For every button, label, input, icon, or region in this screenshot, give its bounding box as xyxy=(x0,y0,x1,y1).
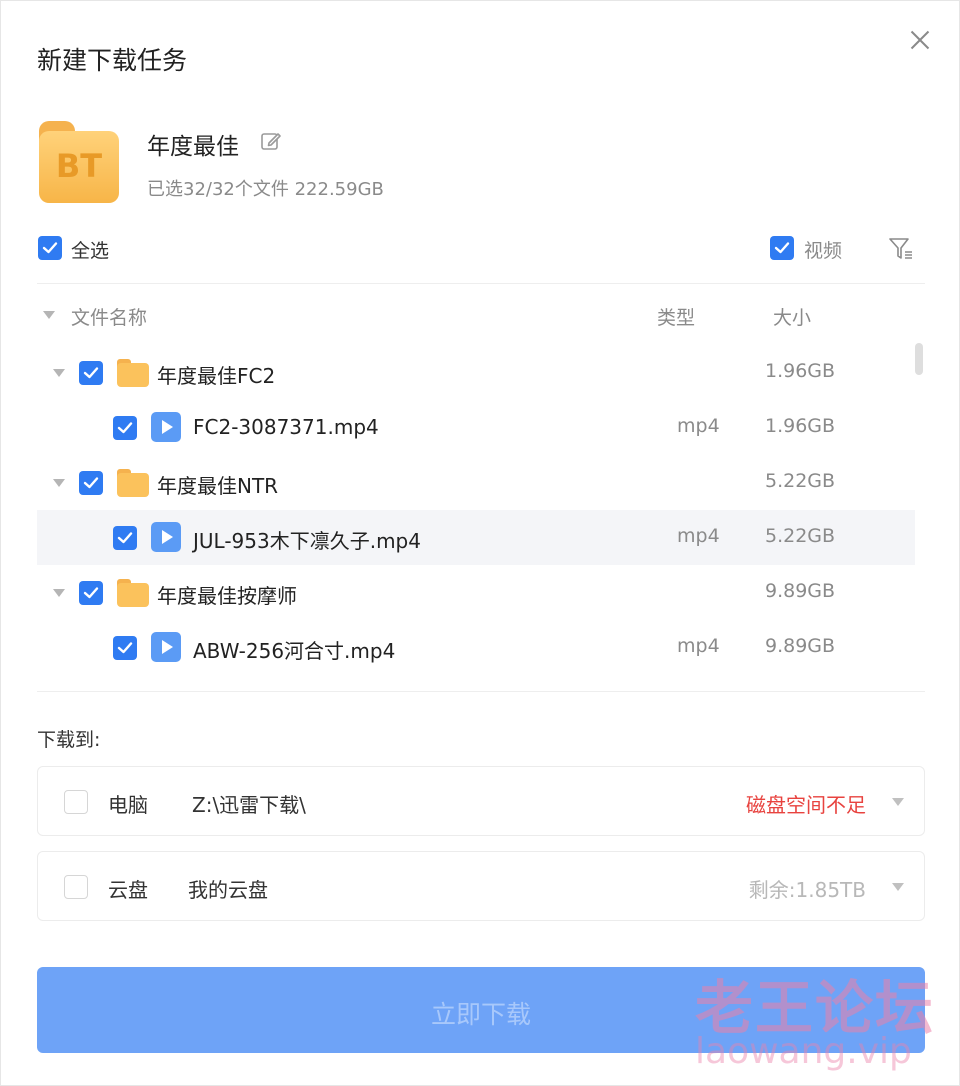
select-all-label: 全选 xyxy=(71,240,110,262)
destination-status: 剩余:1.85TB xyxy=(748,878,866,902)
tree-row-file[interactable]: ABW-256河合寸.mp4 mp4 9.89GB xyxy=(37,620,915,675)
toolbar-divider xyxy=(37,283,925,284)
folder-icon xyxy=(117,579,149,607)
destination-path: Z:\迅雷下载\ xyxy=(192,793,306,817)
collapse-all-icon[interactable] xyxy=(43,311,55,319)
list-divider xyxy=(37,691,925,692)
chevron-down-icon[interactable] xyxy=(892,798,904,806)
file-name: ABW-256河合寸.mp4 xyxy=(193,639,396,663)
file-size: 5.22GB xyxy=(765,525,836,547)
destination-cloud[interactable]: 云盘 我的云盘 剩余:1.85TB xyxy=(37,851,925,921)
tree-row-folder[interactable]: 年度最佳按摩师 9.89GB xyxy=(37,565,915,620)
file-type: mp4 xyxy=(677,525,720,547)
video-file-icon xyxy=(151,632,181,662)
folder-icon xyxy=(117,359,149,387)
expand-arrow-icon[interactable] xyxy=(53,589,65,597)
file-name: JUL-953木下凛久子.mp4 xyxy=(193,529,421,553)
tree-row-file[interactable]: JUL-953木下凛久子.mp4 mp4 5.22GB xyxy=(37,510,915,565)
column-header-size[interactable]: 大小 xyxy=(773,303,811,330)
file-tree-list: 年度最佳FC2 1.96GB FC2-3087371.mp4 mp4 1.96G… xyxy=(37,341,917,691)
file-size: 9.89GB xyxy=(765,635,836,657)
column-header-name[interactable]: 文件名称 xyxy=(71,303,147,330)
file-size: 1.96GB xyxy=(765,360,836,382)
bt-file-icon: BT xyxy=(39,121,119,203)
file-name: 年度最佳FC2 xyxy=(157,364,276,388)
video-filter-checkbox[interactable] xyxy=(770,236,794,260)
file-name: 年度最佳按摩师 xyxy=(157,584,297,608)
video-file-icon xyxy=(151,522,181,552)
select-all-checkbox[interactable] xyxy=(38,236,62,260)
destination-checkbox[interactable] xyxy=(64,790,88,814)
dialog-title: 新建下载任务 xyxy=(37,46,188,75)
tree-row-folder[interactable]: 年度最佳NTR 5.22GB xyxy=(37,455,915,510)
folder-icon xyxy=(117,469,149,497)
destination-name: 电脑 xyxy=(108,793,148,817)
destination-computer[interactable]: 电脑 Z:\迅雷下载\ 磁盘空间不足 xyxy=(37,766,925,836)
expand-arrow-icon[interactable] xyxy=(53,369,65,377)
row-checkbox[interactable] xyxy=(79,581,103,605)
tree-row-folder[interactable]: 年度最佳FC2 1.96GB xyxy=(37,345,915,400)
column-header-type[interactable]: 类型 xyxy=(657,303,695,330)
close-icon[interactable] xyxy=(907,27,933,53)
file-name: 年度最佳NTR xyxy=(157,474,279,498)
chevron-down-icon[interactable] xyxy=(892,883,904,891)
destination-name: 云盘 xyxy=(108,878,148,902)
file-type: mp4 xyxy=(677,415,720,437)
file-name: FC2-3087371.mp4 xyxy=(193,415,379,439)
row-checkbox[interactable] xyxy=(79,471,103,495)
row-checkbox[interactable] xyxy=(113,526,137,550)
destination-path: 我的云盘 xyxy=(188,878,268,902)
row-checkbox[interactable] xyxy=(79,361,103,385)
watermark-url: laowang.vip xyxy=(695,1031,912,1072)
file-size: 1.96GB xyxy=(765,415,836,437)
new-download-dialog: 新建下载任务 BT 年度最佳 已选32/32个文件 222.59GB 全选 视频… xyxy=(0,0,960,1086)
file-size: 5.22GB xyxy=(765,470,836,492)
task-name: 年度最佳 xyxy=(147,134,239,160)
destination-checkbox[interactable] xyxy=(64,875,88,899)
list-scrollbar[interactable] xyxy=(915,343,923,375)
file-type: mp4 xyxy=(677,635,720,657)
file-size: 9.89GB xyxy=(765,580,836,602)
tree-row-file[interactable]: FC2-3087371.mp4 mp4 1.96GB xyxy=(37,400,915,455)
download-to-label: 下载到: xyxy=(37,729,101,751)
edit-icon[interactable] xyxy=(259,129,283,153)
video-filter-label: 视频 xyxy=(804,240,843,262)
bt-icon-label: BT xyxy=(55,147,103,185)
video-file-icon xyxy=(151,412,181,442)
task-selection-info: 已选32/32个文件 222.59GB xyxy=(147,179,384,200)
row-checkbox[interactable] xyxy=(113,636,137,660)
row-checkbox[interactable] xyxy=(113,416,137,440)
filter-icon[interactable] xyxy=(887,235,915,263)
destination-status: 磁盘空间不足 xyxy=(746,793,866,817)
expand-arrow-icon[interactable] xyxy=(53,479,65,487)
